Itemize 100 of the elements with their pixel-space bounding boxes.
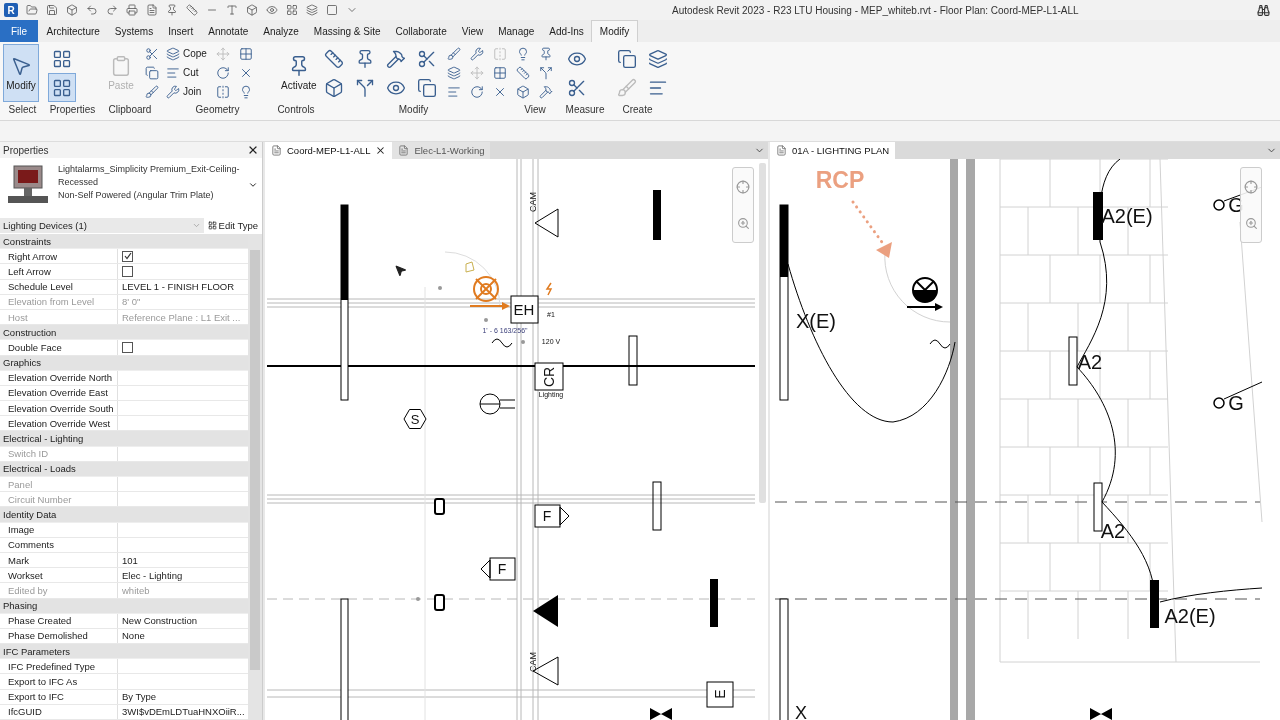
file-tab[interactable]: File [0, 20, 38, 42]
property-value[interactable]: LEVEL 1 - FINISH FLOOR [122, 281, 235, 293]
ribbon-tab[interactable]: Modify [591, 20, 638, 42]
property-label: Host [7, 310, 29, 325]
split-icon [539, 65, 553, 80]
ribbon-tab[interactable]: Analyze [255, 20, 307, 42]
tag-label: CAM [528, 192, 538, 212]
copy-icon [145, 65, 159, 80]
layers-icon [648, 48, 668, 69]
tool-button[interactable] [48, 73, 76, 102]
scissors-icon [145, 46, 159, 61]
document-tab[interactable]: Coord-MEP-L1-ALL [265, 142, 393, 159]
checkbox[interactable] [122, 341, 133, 353]
section-header[interactable]: Identity Data [0, 507, 248, 523]
section-header[interactable]: Electrical - Lighting [0, 431, 248, 447]
scroll-bar[interactable] [248, 234, 262, 720]
tag-label: E [713, 689, 727, 699]
window-icon [326, 4, 338, 16]
layers-icon [306, 4, 318, 16]
checkbox[interactable] [122, 250, 133, 262]
tag-label: X [795, 704, 807, 720]
ribbon-tab[interactable]: View [454, 20, 491, 42]
navigation-bar[interactable] [732, 167, 754, 243]
tool-button[interactable]: Modify [3, 44, 39, 102]
ruler-icon [186, 4, 198, 16]
ruler-icon [324, 48, 344, 69]
tool-button[interactable]: Cope [163, 44, 210, 63]
text-icon [226, 4, 238, 16]
property-label: Phase Created [7, 614, 73, 628]
property-label: Right Arrow [7, 249, 59, 264]
close-icon[interactable] [247, 144, 259, 156]
section-header[interactable]: IFC Parameters [0, 644, 248, 660]
grid-icon [493, 65, 507, 80]
zoom-icon[interactable] [736, 217, 750, 231]
grid-icon [238, 46, 253, 61]
document-tab[interactable]: Elec-L1-Working [392, 142, 491, 159]
group-label: Create [621, 104, 654, 117]
ribbon-tab[interactable]: Massing & Site [306, 20, 389, 42]
checkbox[interactable] [122, 265, 133, 277]
property-value[interactable]: 101 [122, 554, 138, 566]
move-icon [215, 46, 230, 61]
property-value[interactable]: By Type [122, 691, 157, 703]
grid-icon [286, 4, 298, 16]
tag-label: A2(E) [1164, 606, 1216, 626]
property-label: Image [7, 523, 36, 537]
wrench-icon [166, 84, 180, 99]
ribbon-tab[interactable]: Annotate [200, 20, 256, 42]
wrench-icon [470, 46, 484, 61]
ribbon-tab[interactable]: Collaborate [388, 20, 455, 42]
mirror-icon [493, 46, 507, 61]
type-name: Non-Self Powered (Angular Trim Plate) [58, 189, 215, 202]
caret-icon[interactable] [248, 180, 258, 190]
tool-button[interactable]: Join [163, 82, 210, 101]
binoculars-icon[interactable] [1257, 3, 1270, 17]
rotate-icon [215, 65, 230, 80]
edit-type-button[interactable]: Edit Type [207, 219, 258, 231]
box-icon [516, 84, 530, 99]
group-label: Clipboard [107, 104, 153, 117]
ribbon-tab[interactable]: Manage [490, 20, 542, 42]
brush-icon [145, 84, 159, 99]
property-value[interactable]: None [122, 630, 145, 642]
window-title: Autodesk Revit 2023 - R23 LTU Housing - MEP_whiteb.rvt - Floor Plan: Coord-MEP-L1-ALL [672, 4, 1079, 16]
scroll-bar[interactable] [759, 163, 766, 503]
property-label: Phase Demolished [7, 629, 89, 644]
zoom-icon[interactable] [1244, 217, 1258, 231]
ribbon-tab[interactable]: Systems [107, 20, 161, 42]
property-label: Schedule Level [7, 280, 74, 294]
app-logo[interactable]: R [4, 3, 18, 17]
section-header[interactable]: Construction [0, 325, 248, 341]
tag-label: EH [513, 301, 535, 317]
tag-label: CR [542, 366, 556, 388]
scissors-icon [567, 77, 587, 98]
property-label: Panel [7, 477, 34, 492]
undo-icon [86, 4, 98, 16]
box-icon [324, 77, 344, 98]
tag-label: G [1228, 393, 1244, 413]
grid-icon [207, 220, 217, 230]
group-label: Controls [276, 104, 316, 117]
tag-label: S [410, 412, 420, 426]
property-label: Edited by [7, 583, 49, 598]
property-label: Comments [7, 538, 55, 552]
property-label: Switch ID [7, 447, 50, 461]
instance-filter-dropdown[interactable]: Lighting Devices (1) [0, 217, 204, 233]
tool-button[interactable]: Cut [163, 63, 210, 82]
close-icon[interactable] [375, 145, 387, 156]
property-label: Elevation from Level [7, 295, 96, 309]
property-label: Elevation Override South [7, 401, 115, 416]
property-value[interactable]: 3WI$vDEmLDTuaHNXOiiR... [122, 706, 245, 718]
group-label: View [523, 104, 547, 117]
tool-button[interactable]: Activate [278, 44, 320, 102]
ribbon-tab[interactable]: Add-Ins [541, 20, 592, 42]
properties-icon [52, 77, 72, 98]
copy-icon [617, 48, 637, 69]
property-value[interactable]: New Construction [122, 615, 197, 627]
property-label: IfcGUID [7, 705, 43, 719]
document-tab[interactable]: 01A - LIGHTING PLAN [770, 142, 896, 159]
property-value[interactable]: Elec - Lighting [122, 569, 183, 581]
ribbon-tab[interactable]: Insert [160, 20, 201, 42]
ribbon-tab[interactable]: Architecture [39, 20, 108, 42]
section-header[interactable]: Constraints [0, 234, 248, 250]
